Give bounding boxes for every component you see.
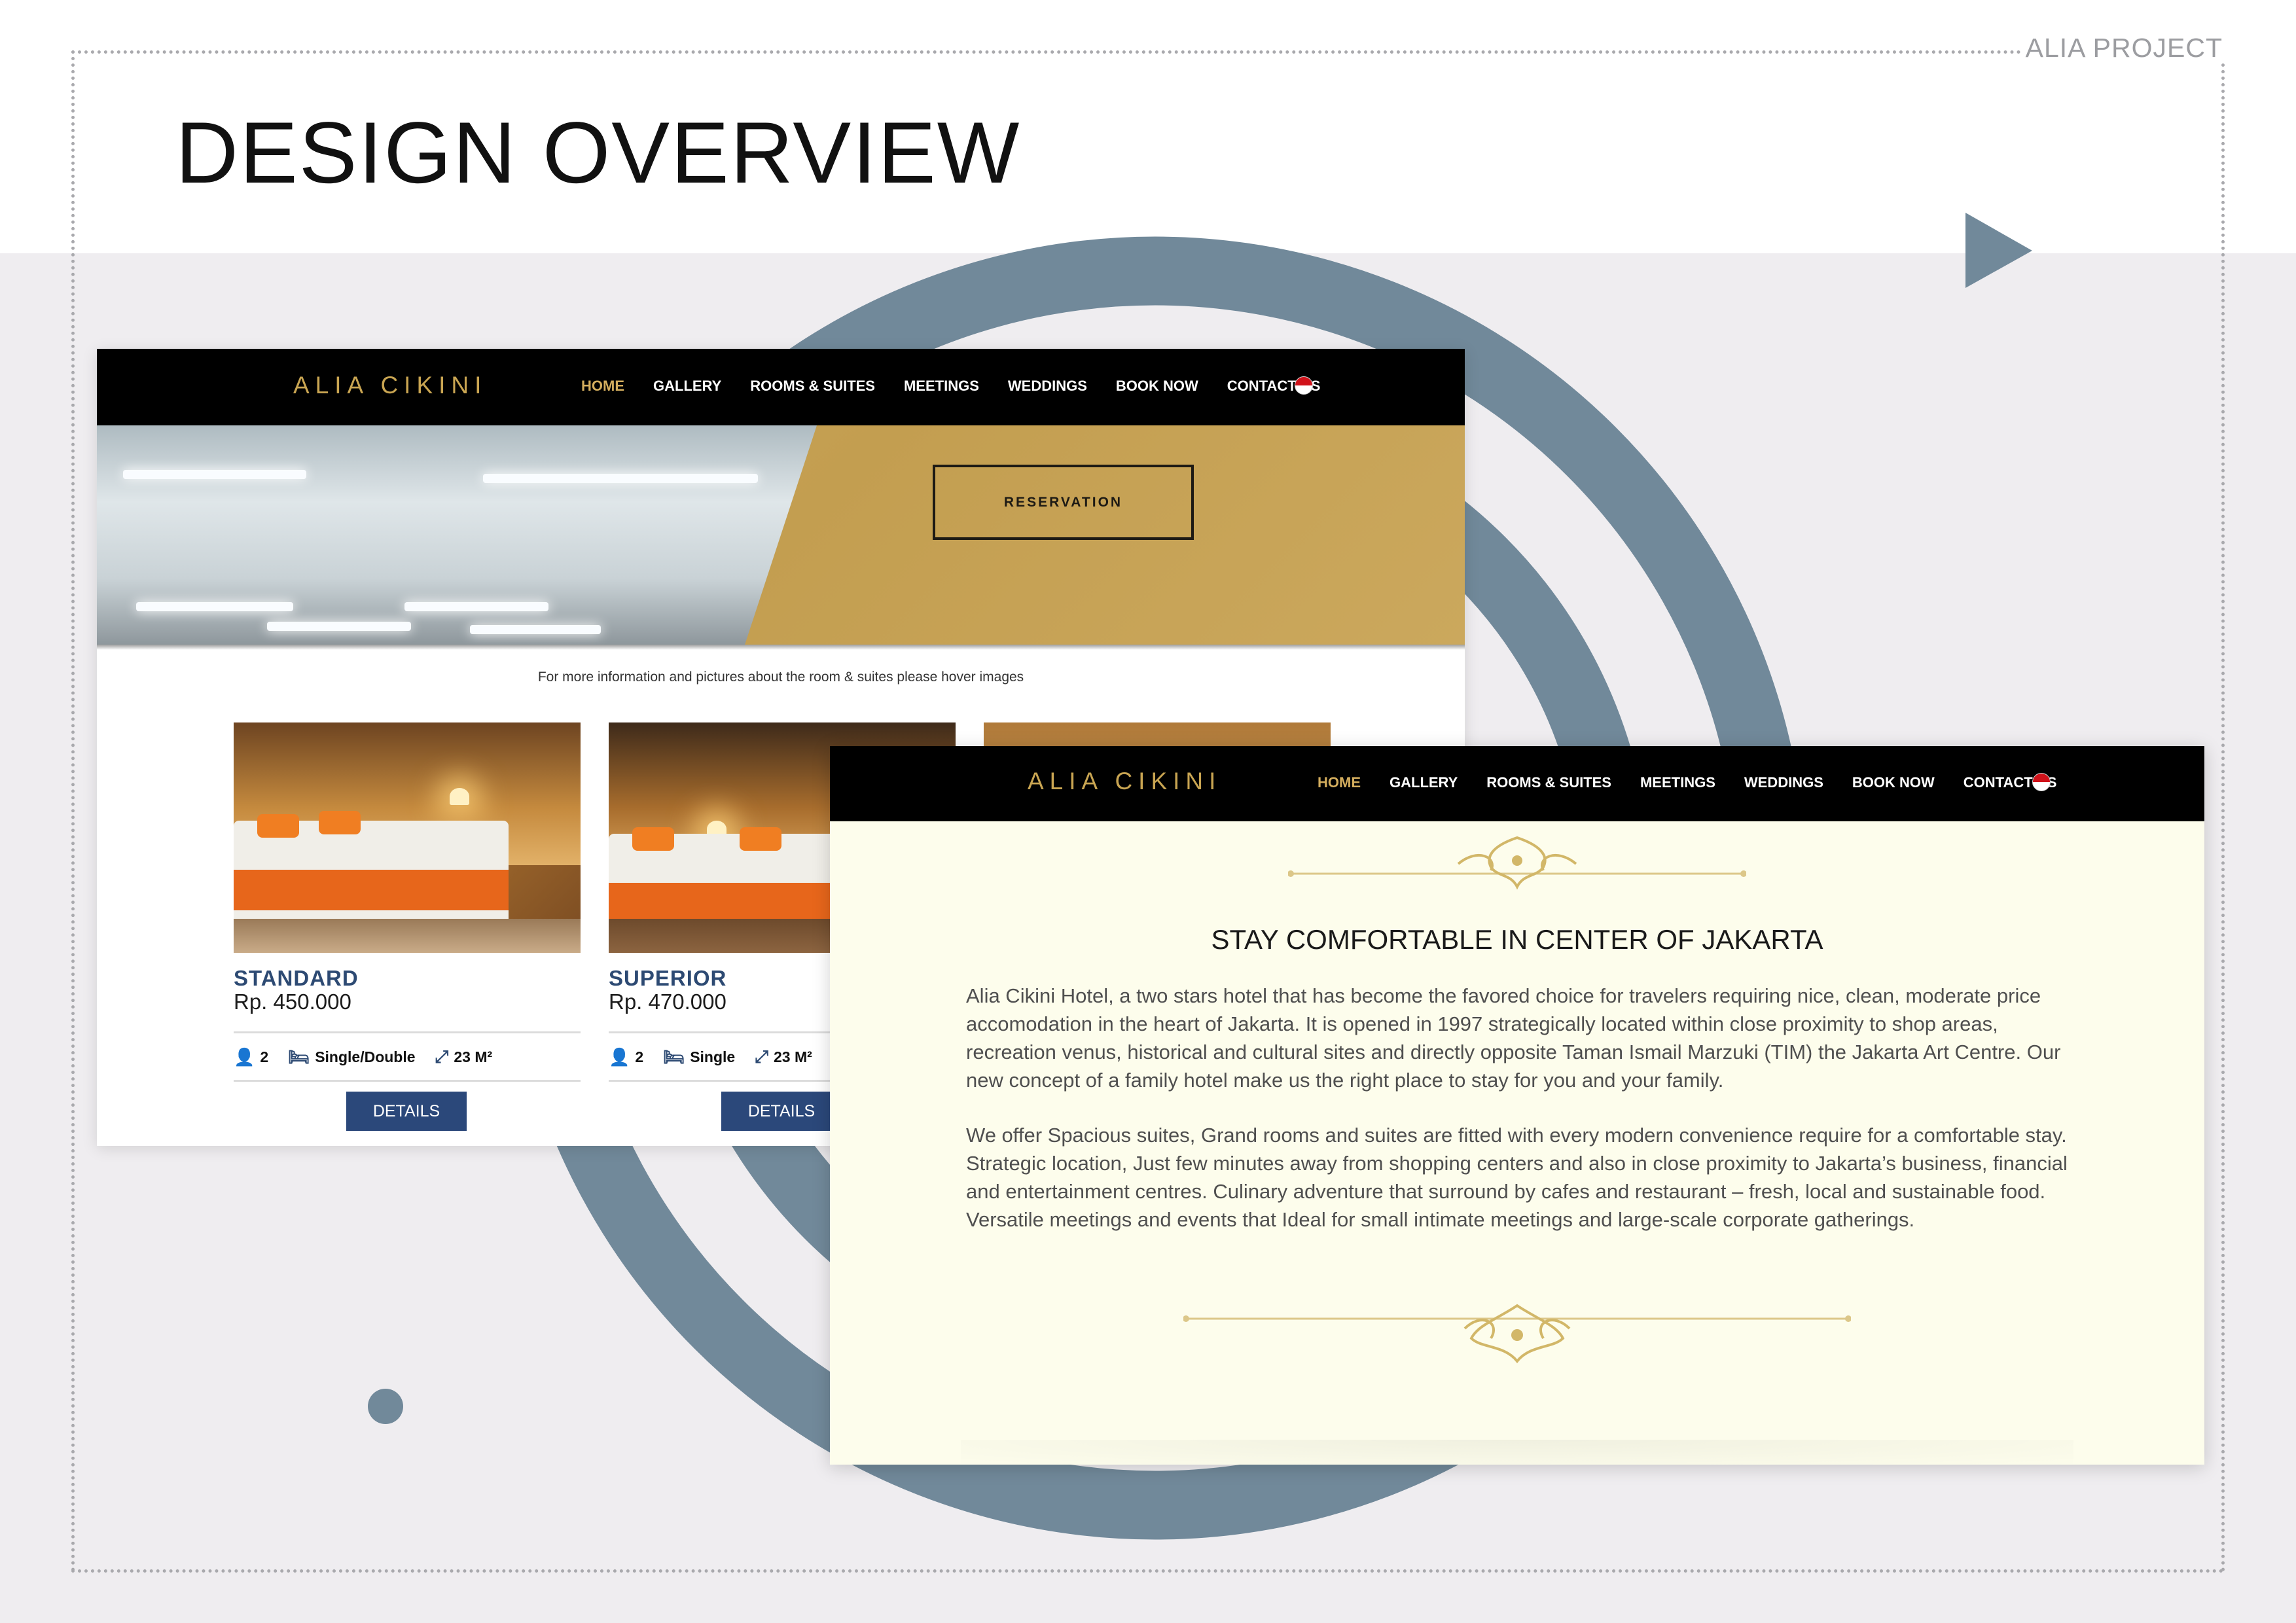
section-heading: STAY COMFORTABLE IN CENTER OF JAKARTA [1211, 924, 1823, 955]
nav-home[interactable]: HOME [581, 378, 624, 395]
room-size: 23 M² [774, 1048, 812, 1065]
logo[interactable]: ALIA CIKINI [1028, 768, 1221, 795]
bed-icon: 🛏 [663, 1046, 685, 1067]
logo[interactable]: ALIA CIKINI [293, 372, 487, 399]
project-tag: ALIA PROJECT [2020, 33, 2228, 63]
nav-home[interactable]: HOME [1318, 774, 1361, 791]
details-button[interactable]: DETAILS [721, 1092, 842, 1131]
navbar: ALIA CIKINI HOME GALLERY ROOMS & SUITES … [830, 746, 2204, 821]
room-size-icon: ⤢ [755, 1046, 769, 1066]
guest-count: 2 [635, 1048, 644, 1065]
room-size-icon: ⤢ [435, 1046, 449, 1066]
ornament-top-icon [1288, 836, 1746, 890]
room-price: Rp. 470.000 [609, 990, 726, 1014]
about-paragraph-1: Alia Cikini Hotel, a two stars hotel tha… [966, 984, 2061, 1092]
bed-type: Single/Double [315, 1048, 416, 1065]
room-name: STANDARD [234, 966, 359, 990]
guest-count: 2 [260, 1048, 269, 1065]
nav-gallery[interactable]: GALLERY [653, 378, 721, 395]
nav-weddings[interactable]: WEDDINGS [1008, 378, 1087, 395]
nav-rooms-suites[interactable]: ROOMS & SUITES [1486, 774, 1611, 791]
indonesia-flag-icon[interactable] [1295, 376, 1313, 395]
guests-icon: 👤 [234, 1046, 255, 1067]
room-specs: 👤 2 🛏 Single/Double ⤢ 23 M² [234, 1046, 492, 1067]
nav-weddings[interactable]: WEDDINGS [1744, 774, 1823, 791]
room-name: SUPERIOR [609, 966, 727, 990]
room-size: 23 M² [454, 1048, 493, 1065]
nav-meetings[interactable]: MEETINGS [1640, 774, 1715, 791]
bed-type: Single [690, 1048, 736, 1065]
about-mockup: ALIA CIKINI HOME GALLERY ROOMS & SUITES … [830, 746, 2204, 1465]
nav-book-now[interactable]: BOOK NOW [1116, 378, 1198, 395]
nav-book-now[interactable]: BOOK NOW [1852, 774, 1935, 791]
nav-menu: HOME GALLERY ROOMS & SUITES MEETINGS WED… [581, 378, 1320, 395]
guests-icon: 👤 [609, 1046, 630, 1067]
room-price: Rp. 450.000 [234, 990, 351, 1014]
room-specs: 👤 2 🛏 Single ⤢ 23 M² [609, 1046, 812, 1067]
navbar: ALIA CIKINI HOME GALLERY ROOMS & SUITES … [97, 349, 1465, 425]
hover-note: For more information and pictures about … [537, 669, 1024, 685]
ornament-bottom-icon [1183, 1304, 1851, 1364]
about-paragraph-2: We offer Spacious suites, Grand rooms an… [966, 1124, 2068, 1231]
hero-banner: RESERVATION [97, 425, 1465, 645]
indonesia-flag-icon[interactable] [2032, 773, 2051, 791]
details-button[interactable]: DETAILS [346, 1092, 467, 1131]
nav-gallery[interactable]: GALLERY [1390, 774, 1458, 791]
nav-rooms-suites[interactable]: ROOMS & SUITES [750, 378, 875, 395]
bed-icon: 🛏 [288, 1046, 310, 1067]
nav-menu: HOME GALLERY ROOMS & SUITES MEETINGS WED… [1318, 774, 2056, 791]
page-title: DESIGN OVERVIEW [175, 105, 1021, 202]
nav-meetings[interactable]: MEETINGS [904, 378, 979, 395]
room-photo[interactable] [234, 722, 581, 953]
reservation-button[interactable]: RESERVATION [933, 465, 1194, 540]
